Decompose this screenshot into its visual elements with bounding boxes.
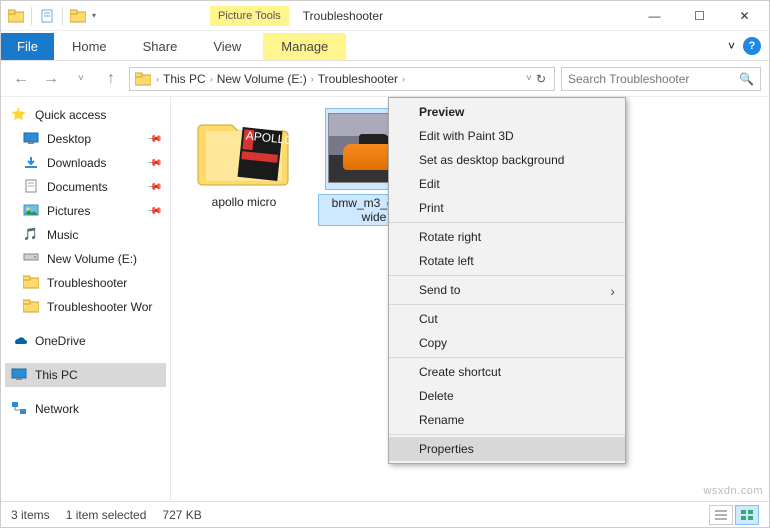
pin-icon: 📌 <box>145 179 162 196</box>
forward-button[interactable]: → <box>39 67 63 91</box>
pin-icon: 📌 <box>145 203 162 220</box>
chevron-right-icon[interactable]: › <box>156 74 159 84</box>
properties-icon[interactable] <box>38 7 56 25</box>
recent-locations-button[interactable]: ˅ <box>69 67 93 91</box>
folder-icon <box>23 299 39 315</box>
chevron-right-icon[interactable]: › <box>311 74 314 84</box>
address-bar-row: ← → ˅ ↑ › This PC › New Volume (E:) › Tr… <box>1 61 769 97</box>
nav-this-pc[interactable]: This PC <box>5 363 166 387</box>
star-icon: ⭐ <box>11 107 27 123</box>
ctx-rename[interactable]: Rename <box>389 408 625 432</box>
folder-item-apollo-micro[interactable]: APOLLO apollo micro <box>189 109 299 209</box>
tab-share[interactable]: Share <box>125 33 196 60</box>
quick-access-toolbar: ▾ <box>3 7 100 25</box>
tab-home[interactable]: Home <box>54 33 125 60</box>
ctx-print[interactable]: Print <box>389 196 625 220</box>
ctx-create-shortcut[interactable]: Create shortcut <box>389 360 625 384</box>
tab-file[interactable]: File <box>1 33 54 60</box>
nav-downloads[interactable]: Downloads📌 <box>5 151 166 175</box>
folder-icon <box>23 275 39 291</box>
address-dropdown-icon[interactable]: ˅ <box>526 73 532 84</box>
ctx-set-desktop-bg[interactable]: Set as desktop background <box>389 148 625 172</box>
nav-quick-access[interactable]: ⭐Quick access <box>5 103 166 127</box>
item-label: apollo micro <box>189 195 299 209</box>
ribbon-tabs: File Home Share View Manage ˅ ? <box>1 31 769 61</box>
minimize-button[interactable]: — <box>632 2 677 30</box>
status-item-count: 3 items <box>11 508 50 522</box>
documents-icon <box>23 179 39 195</box>
ctx-properties[interactable]: Properties <box>389 437 625 461</box>
this-pc-icon <box>11 367 27 383</box>
back-button[interactable]: ← <box>9 67 33 91</box>
folder-icon[interactable] <box>7 7 25 25</box>
maximize-button[interactable]: ☐ <box>677 2 722 30</box>
tab-view[interactable]: View <box>195 33 259 60</box>
watermark: wsxdn.com <box>703 485 763 497</box>
view-thumbnails-button[interactable] <box>735 505 759 525</box>
ctx-send-to[interactable]: Send to› <box>389 278 625 302</box>
status-size: 727 KB <box>162 508 201 522</box>
pin-icon: 📌 <box>145 131 162 148</box>
ctx-preview[interactable]: Preview <box>389 100 625 124</box>
network-icon <box>11 401 27 417</box>
onedrive-icon <box>11 333 27 349</box>
nav-onedrive[interactable]: OneDrive <box>5 329 166 353</box>
nav-troubleshooter[interactable]: Troubleshooter <box>5 271 166 295</box>
ctx-rotate-right[interactable]: Rotate right <box>389 225 625 249</box>
search-icon[interactable]: 🔍 <box>739 72 754 86</box>
ctx-cut[interactable]: Cut <box>389 307 625 331</box>
search-input[interactable]: Search Troubleshooter 🔍 <box>561 67 761 91</box>
nav-documents[interactable]: Documents📌 <box>5 175 166 199</box>
ribbon-expand-icon[interactable]: ˅ <box>728 39 735 53</box>
help-icon[interactable]: ? <box>743 37 761 55</box>
nav-desktop[interactable]: Desktop📌 <box>5 127 166 151</box>
downloads-icon <box>23 155 39 171</box>
close-button[interactable]: ✕ <box>722 2 767 30</box>
nav-troubleshooter-wor[interactable]: Troubleshooter Wor <box>5 295 166 319</box>
nav-music[interactable]: 🎵Music <box>5 223 166 247</box>
crumb-this-pc[interactable]: This PC <box>163 72 206 86</box>
chevron-right-icon: › <box>610 283 615 299</box>
ctx-delete[interactable]: Delete <box>389 384 625 408</box>
pictures-icon <box>23 203 39 219</box>
chevron-down-icon[interactable]: ▾ <box>92 11 96 20</box>
folder-thumbnail: APOLLO <box>196 109 292 189</box>
ctx-copy[interactable]: Copy <box>389 331 625 355</box>
status-selected-count: 1 item selected <box>66 508 147 522</box>
tab-manage[interactable]: Manage <box>263 33 346 60</box>
ctx-edit[interactable]: Edit <box>389 172 625 196</box>
chevron-right-icon[interactable]: › <box>210 74 213 84</box>
status-bar: 3 items 1 item selected 727 KB <box>1 501 769 527</box>
crumb-folder[interactable]: Troubleshooter <box>318 72 398 86</box>
ctx-edit-paint3d[interactable]: Edit with Paint 3D <box>389 124 625 148</box>
pin-icon: 📌 <box>145 155 162 172</box>
contextual-tab-label: Picture Tools <box>210 6 289 26</box>
up-button[interactable]: ↑ <box>99 67 123 91</box>
search-placeholder: Search Troubleshooter <box>568 72 689 86</box>
nav-new-volume[interactable]: New Volume (E:) <box>5 247 166 271</box>
crumb-volume[interactable]: New Volume (E:) <box>217 72 307 86</box>
view-details-button[interactable] <box>709 505 733 525</box>
refresh-icon[interactable]: ↻ <box>536 72 546 86</box>
chevron-right-icon[interactable]: › <box>402 74 405 84</box>
nav-network[interactable]: Network <box>5 397 166 421</box>
nav-pictures[interactable]: Pictures📌 <box>5 199 166 223</box>
folder-icon <box>134 70 152 88</box>
navigation-pane: ⭐Quick access Desktop📌 Downloads📌 Docume… <box>1 97 171 502</box>
new-folder-icon[interactable] <box>69 7 87 25</box>
music-icon: 🎵 <box>23 227 39 243</box>
context-menu: Preview Edit with Paint 3D Set as deskto… <box>388 97 626 464</box>
ctx-rotate-left[interactable]: Rotate left <box>389 249 625 273</box>
title-bar: ▾ Picture Tools Troubleshooter — ☐ ✕ <box>1 1 769 31</box>
breadcrumb[interactable]: › This PC › New Volume (E:) › Troublesho… <box>129 67 555 91</box>
window-title: Troubleshooter <box>303 9 383 23</box>
drive-icon <box>23 251 39 267</box>
desktop-icon <box>23 131 39 147</box>
